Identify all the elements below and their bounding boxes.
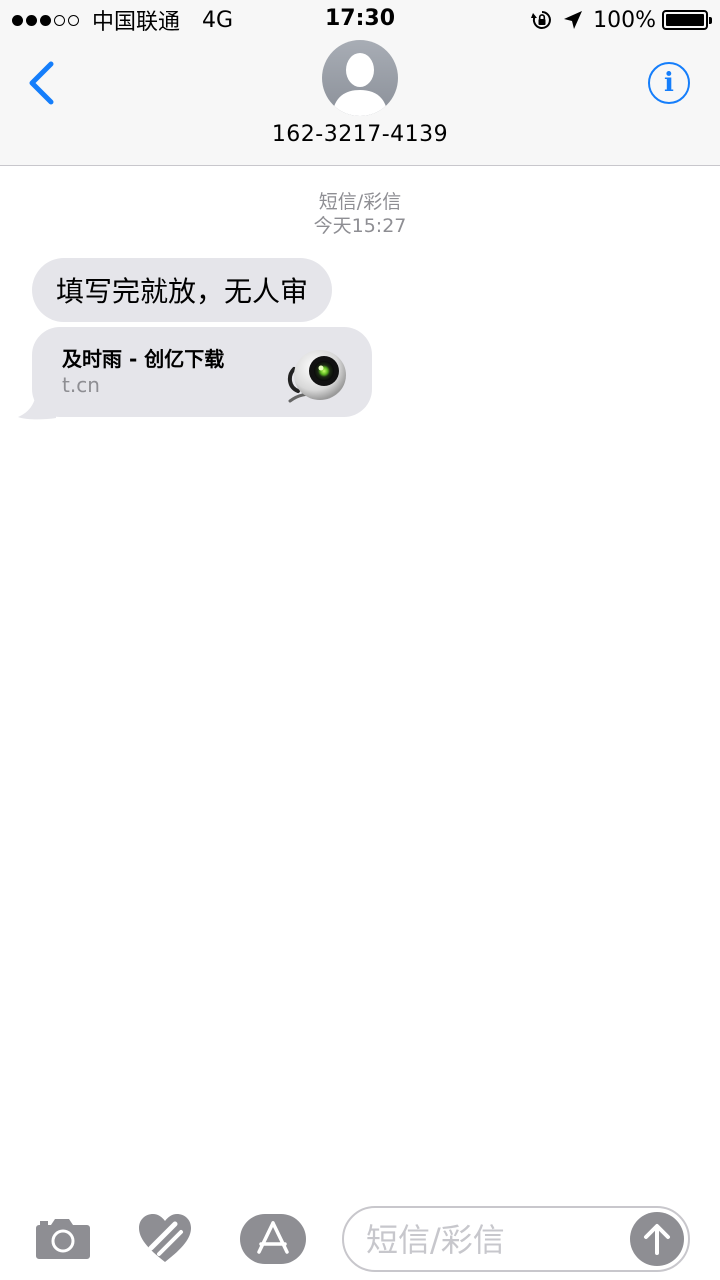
status-bar: 中国联通 4G 17:30 100% (0, 0, 720, 40)
heart-touch-icon (139, 1214, 191, 1262)
service-label: 短信/彩信 (318, 191, 402, 213)
battery-icon (662, 10, 712, 30)
digital-touch-button[interactable] (136, 1210, 194, 1266)
app-store-button[interactable] (240, 1214, 306, 1264)
person-silhouette-icon (332, 53, 388, 116)
incoming-message-bubble[interactable]: 填写完就放，无人审 (32, 258, 333, 322)
chevron-left-icon (29, 61, 54, 105)
camera-button[interactable] (34, 1214, 92, 1262)
message-timestamp: 今天15:27 (313, 215, 407, 237)
battery-percentage: 100% (593, 7, 656, 33)
back-button[interactable] (16, 58, 66, 108)
link-domain: t.cn (62, 373, 100, 397)
app-store-icon (240, 1214, 306, 1264)
contact-avatar[interactable] (322, 40, 398, 116)
contact-number[interactable]: 162-3217-4139 (0, 122, 720, 147)
conversation-header: 162-3217-4139 i (0, 40, 720, 166)
message-text: 填写完就放，无人审 (56, 275, 309, 308)
send-button[interactable] (630, 1212, 684, 1266)
location-arrow-icon (564, 11, 583, 29)
orientation-lock-icon (531, 11, 551, 29)
info-icon: i (664, 68, 674, 98)
link-title: 及时雨 - 创亿下载 (62, 347, 225, 371)
info-button[interactable]: i (648, 62, 690, 104)
camera-icon (36, 1219, 90, 1259)
message-meta: 短信/彩信 今天15:27 (0, 190, 720, 238)
arrow-up-icon (644, 1224, 670, 1255)
status-right: 100% (531, 6, 712, 34)
message-input-field[interactable] (342, 1206, 690, 1272)
webcam-thumbnail-icon (287, 350, 346, 403)
link-preview-bubble[interactable]: 及时雨 - 创亿下载 t.cn (32, 327, 372, 417)
message-input[interactable] (366, 1218, 616, 1262)
